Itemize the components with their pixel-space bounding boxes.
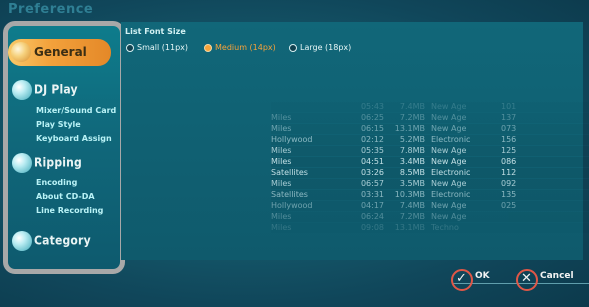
radio-label: Small (11px) — [137, 43, 188, 52]
cancel-button[interactable]: ✕ Cancel — [516, 269, 586, 293]
table-cell: 04:17 — [360, 201, 384, 210]
radio-selected-icon — [204, 43, 212, 52]
table-cell: 06:24 — [360, 212, 384, 221]
sidebar-subitem-play-style[interactable]: Play Style — [36, 120, 81, 129]
radio-label: Medium (14px) — [215, 43, 276, 52]
general-orb-icon — [11, 42, 31, 62]
table-cell: 3.4MB — [399, 157, 425, 166]
table-cell: 13.1MB — [394, 124, 425, 133]
table-cell: 101 — [501, 102, 517, 111]
table-cell: Satellites — [271, 168, 308, 177]
table-cell: New Age — [431, 113, 467, 122]
table-cell: 3.5MB — [399, 179, 425, 188]
table-cell: 06:25 — [360, 113, 384, 122]
table-cell: 03:26 — [360, 168, 384, 177]
sidebar-item-general[interactable]: General — [8, 39, 111, 66]
sidebar-item-label: General — [34, 45, 87, 59]
table-cell: 06:57 — [360, 179, 384, 188]
dj-play-orb-icon — [12, 80, 32, 100]
ripping-orb-icon — [12, 153, 32, 173]
font-size-medium-radio[interactable]: Medium (14px) — [204, 43, 276, 52]
table-cell: Miles — [271, 179, 292, 188]
sidebar-item-dj-play[interactable]: DJ Play — [12, 80, 78, 100]
table-cell: 04:51 — [360, 157, 384, 166]
sidebar-subitem-line-recording[interactable]: Line Recording — [36, 206, 103, 215]
sidebar-item-label: Ripping — [34, 155, 82, 170]
table-cell: 05:43 — [360, 102, 384, 111]
font-size-small-radio[interactable]: Small (11px) — [126, 43, 188, 52]
table-cell: Electronic — [431, 190, 471, 199]
radio-icon — [126, 43, 134, 52]
table-cell: New Age — [431, 157, 467, 166]
sidebar-subitem-about-cd-da[interactable]: About CD-DA — [36, 192, 95, 201]
table-cell: 7.8MB — [399, 146, 425, 155]
close-icon: ✕ — [516, 269, 538, 291]
table-cell: Techno — [431, 223, 459, 232]
table-cell: Miles — [271, 157, 292, 166]
category-orb-icon — [12, 231, 32, 251]
table-cell: 10.3MB — [394, 190, 425, 199]
table-cell: 137 — [501, 113, 517, 122]
table-cell: New Age — [431, 102, 467, 111]
general-settings-panel: List Font Size Small (11px) Medium (14px… — [121, 22, 589, 260]
cancel-label: Cancel — [540, 271, 574, 281]
radio-label: Large (18px) — [300, 43, 352, 52]
table-cell: 025 — [501, 201, 517, 210]
table-cell: New Age — [431, 179, 467, 188]
table-cell: 156 — [501, 135, 517, 144]
table-cell: 03:31 — [360, 190, 384, 199]
table-cell: Hollywood — [271, 135, 313, 144]
table-cell: 112 — [501, 168, 517, 177]
sidebar-subitem-keyboard-assign[interactable]: Keyboard Assign — [36, 134, 112, 143]
table-cell: 7.4MB — [399, 102, 425, 111]
check-icon: ✓ — [451, 269, 473, 291]
table-cell: Miles — [271, 212, 292, 221]
table-cell: Hollywood — [271, 201, 313, 210]
table-cell: 05:35 — [360, 146, 384, 155]
sidebar-item-ripping[interactable]: Ripping — [12, 153, 82, 173]
table-cell: 073 — [501, 124, 517, 133]
sidebar-subitem-encoding[interactable]: Encoding — [36, 178, 77, 187]
table-cell: 086 — [501, 157, 517, 166]
table-cell: Satellites — [271, 190, 308, 199]
table-cell: 135 — [501, 190, 517, 199]
table-cell: Electronic — [431, 168, 471, 177]
table-cell: 7.2MB — [399, 113, 425, 122]
table-cell: Miles — [271, 146, 292, 155]
sidebar-subitem-mixer-sound-card[interactable]: Mixer/Sound Card — [36, 106, 116, 115]
radio-icon — [289, 43, 297, 52]
table-cell: 02:12 — [360, 135, 384, 144]
sidebar-item-label: DJ Play — [34, 82, 78, 97]
table-cell: 125 — [501, 146, 517, 155]
sidebar-item-category[interactable]: Category — [12, 231, 91, 251]
table-cell: 7.4MB — [399, 201, 425, 210]
list-font-size-title: List Font Size — [125, 27, 186, 36]
table-cell: New Age — [431, 212, 467, 221]
table-cell: 8.5MB — [399, 168, 425, 177]
table-cell: New Age — [431, 146, 467, 155]
table-cell: 13.1MB — [394, 223, 425, 232]
window-title: Preference — [8, 2, 94, 17]
table-cell: 5.2MB — [399, 135, 425, 144]
table-cell: 06:15 — [360, 124, 384, 133]
ok-label: OK — [475, 271, 490, 281]
table-cell: Miles — [271, 223, 292, 232]
table-cell: 092 — [501, 179, 517, 188]
sidebar: General DJ Play Mixer/Sound Card Play St… — [3, 21, 125, 274]
table-cell: New Age — [431, 201, 467, 210]
table-cell: Miles — [271, 124, 292, 133]
table-cell: New Age — [431, 124, 467, 133]
sidebar-item-label: Category — [34, 233, 91, 248]
preference-window: Preference General DJ Play Mixer/Sound C… — [0, 0, 589, 307]
table-cell: Electronic — [431, 135, 471, 144]
table-cell: 09:08 — [360, 223, 384, 232]
table-cell: 7.2MB — [399, 212, 425, 221]
font-size-large-radio[interactable]: Large (18px) — [289, 43, 351, 52]
ok-button[interactable]: ✓ OK — [451, 269, 509, 293]
table-cell: Miles — [271, 113, 292, 122]
